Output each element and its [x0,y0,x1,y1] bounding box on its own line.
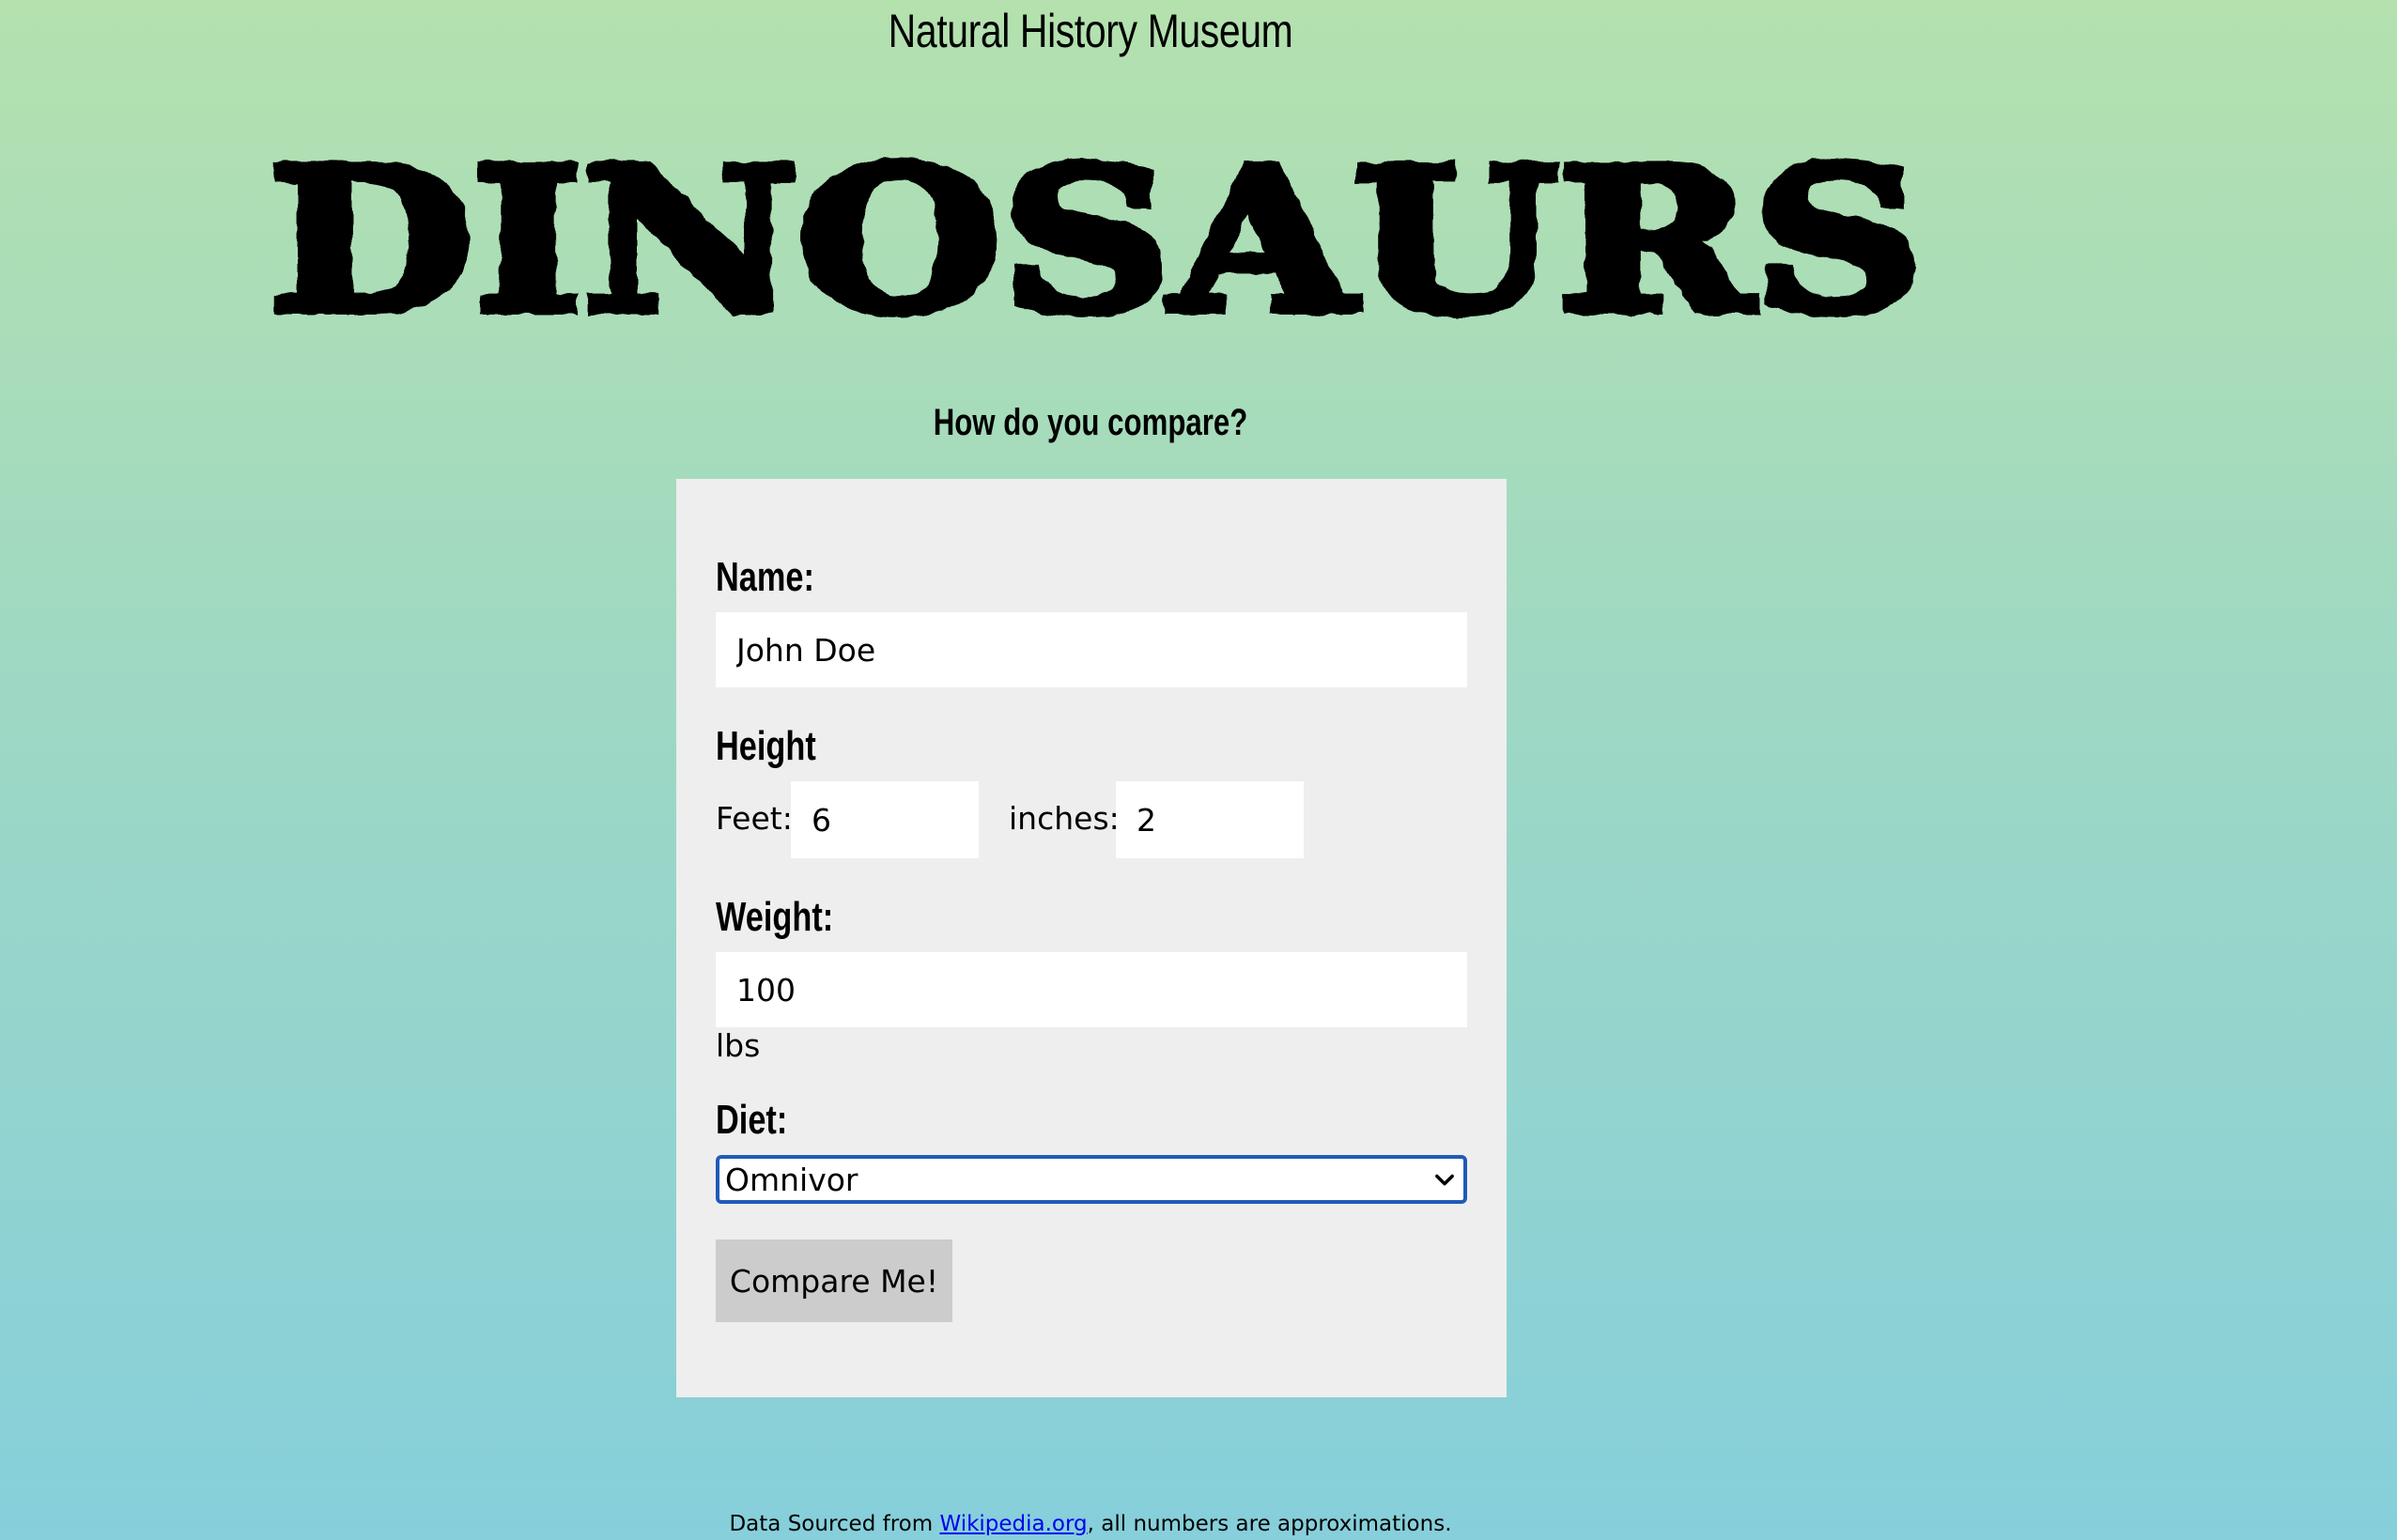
diet-selected-value: Omnivor [725,1161,858,1198]
weight-input[interactable] [716,952,1467,1027]
height-label: Height [716,723,816,769]
compare-button[interactable]: Compare Me! [716,1240,952,1322]
footer-credit: Data Sourced from Wikipedia.org, all num… [0,1512,2181,1536]
diet-select[interactable]: Omnivor [716,1155,1467,1204]
footer-suffix: , all numbers are approximations. [1087,1512,1452,1536]
footer-prefix: Data Sourced from [729,1512,940,1536]
page-subtitle: How do you compare? [933,402,1248,443]
diet-label: Diet: [716,1097,788,1143]
compare-form: Name: Height Feet: inches: Weight: lbs D… [676,479,1507,1397]
wikipedia-link[interactable]: Wikipedia.org [939,1512,1087,1536]
name-label: Name: [716,554,814,600]
name-input[interactable] [716,612,1467,687]
inches-input[interactable] [1116,781,1304,858]
museum-title: Natural History Museum [888,5,1293,57]
inches-label: inches: [1009,800,1120,837]
feet-input[interactable] [791,781,979,858]
chevron-down-icon [1435,1174,1454,1186]
weight-unit: lbs [716,1027,761,1064]
feet-label: Feet: [716,800,793,837]
dinosaurs-logo: DINOSAURS [263,128,1929,334]
weight-label: Weight: [716,894,834,940]
logo-text: DINOSAURS [270,128,1923,334]
